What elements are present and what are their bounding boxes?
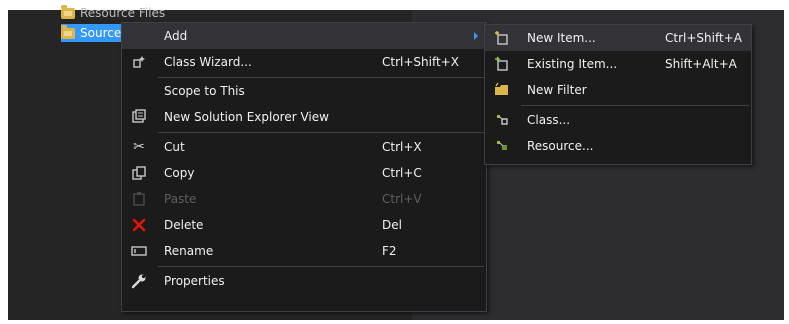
- existing-item-icon: [493, 55, 511, 73]
- menu-item-copy[interactable]: Copy Ctrl+C: [122, 160, 486, 186]
- submenu-item-new-filter[interactable]: New Filter: [485, 77, 751, 103]
- menu-item-label: New Filter: [527, 83, 587, 97]
- menu-item-shortcut: Ctrl+X: [382, 140, 422, 154]
- menu-item-label: Scope to This: [164, 84, 245, 98]
- menu-item-shortcut: Ctrl+C: [382, 166, 422, 180]
- menu-item-shortcut: Ctrl+V: [382, 192, 422, 206]
- menu-item-paste: Paste Ctrl+V: [122, 186, 486, 212]
- menu-item-shortcut: F2: [382, 244, 397, 258]
- menu-item-shortcut: Del: [382, 218, 402, 232]
- new-item-icon: [493, 29, 511, 47]
- menu-item-label: Class Wizard...: [164, 55, 252, 69]
- menu-item-label: Existing Item...: [527, 57, 618, 71]
- menu-item-label: Rename: [164, 244, 214, 258]
- tree-item-label: Resource Files: [80, 6, 166, 20]
- class-icon: [493, 111, 511, 129]
- copy-icon: [130, 164, 148, 182]
- menu-item-shortcut: Ctrl+Shift+X: [382, 55, 459, 69]
- class-wizard-icon: [130, 53, 148, 71]
- menu-item-label: New Solution Explorer View: [164, 110, 329, 124]
- submenu-item-resource[interactable]: Resource...: [485, 133, 751, 159]
- menu-item-properties[interactable]: Properties: [122, 268, 486, 294]
- menu-item-class-wizard[interactable]: Class Wizard... Ctrl+Shift+X: [122, 49, 486, 75]
- submenu-item-new-item[interactable]: New Item... Ctrl+Shift+A: [485, 25, 751, 51]
- menu-item-shortcut: Ctrl+Shift+A: [665, 31, 742, 45]
- menu-item-add[interactable]: Add: [122, 23, 486, 49]
- submenu-item-class[interactable]: Class...: [485, 107, 751, 133]
- folder-icon: [61, 24, 75, 39]
- scissors-icon: ✂: [133, 139, 145, 155]
- submenu-item-existing-item[interactable]: Existing Item... Shift+Alt+A: [485, 51, 751, 77]
- menu-item-label: Delete: [164, 218, 204, 232]
- submenu-arrow-icon: [474, 32, 478, 40]
- delete-x-icon: [130, 216, 148, 234]
- menu-separator: [158, 266, 484, 267]
- resource-icon: [493, 137, 511, 155]
- menu-item-label: Properties: [164, 274, 225, 288]
- menu-item-label: Class...: [527, 113, 571, 127]
- folder-icon: [493, 81, 511, 99]
- menu-item-label: Add: [164, 29, 188, 43]
- new-view-icon: [130, 108, 148, 126]
- menu-separator: [158, 132, 484, 133]
- tree-item-resource-files[interactable]: Resource Files: [61, 4, 165, 22]
- menu-item-rename[interactable]: Rename F2: [122, 238, 486, 264]
- add-submenu: New Item... Ctrl+Shift+A Existing Item..…: [484, 24, 752, 165]
- wrench-icon: [130, 272, 148, 290]
- menu-item-label: Paste: [164, 192, 197, 206]
- menu-item-new-solution-explorer-view[interactable]: New Solution Explorer View: [122, 104, 486, 130]
- menu-item-label: Copy: [164, 166, 195, 180]
- context-menu: Add Class Wizard... Ctrl+Shift+X Scope t…: [121, 22, 487, 312]
- menu-item-label: Cut: [164, 140, 185, 154]
- paste-icon: [130, 190, 148, 208]
- rename-icon: [130, 242, 148, 260]
- menu-item-cut[interactable]: ✂ Cut Ctrl+X: [122, 134, 486, 160]
- menu-item-label: Resource...: [527, 139, 594, 153]
- menu-separator: [521, 105, 749, 106]
- menu-item-label: New Item...: [527, 31, 596, 45]
- folder-icon: [61, 4, 75, 19]
- menu-item-scope-to-this[interactable]: Scope to This: [122, 78, 486, 104]
- menu-item-delete[interactable]: Delete Del: [122, 212, 486, 238]
- menu-item-shortcut: Shift+Alt+A: [665, 57, 737, 71]
